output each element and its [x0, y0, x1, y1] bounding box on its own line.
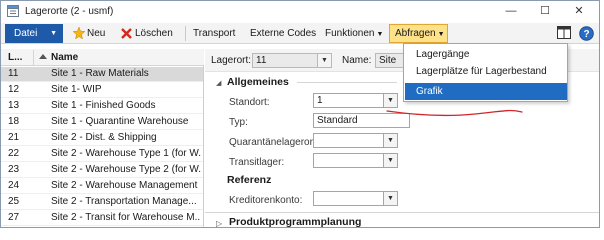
table-row[interactable]: 27 Site 2 - Transit for Warehouse M... — [1, 211, 203, 226]
table-row[interactable]: 18 Site 1 - Quarantine Warehouse — [1, 115, 203, 130]
table-row[interactable]: 12 Site 1- WIP — [1, 83, 203, 98]
name-field[interactable]: Site — [375, 53, 405, 68]
external-codes-button[interactable]: Externe Codes — [250, 25, 316, 42]
cell-name: Site 2 - Transit for Warehouse M... — [51, 212, 201, 223]
cell-name: Site 1 - Finished Goods — [51, 100, 156, 111]
help-icon[interactable]: ? — [579, 26, 595, 41]
name-label: Name: — [342, 55, 372, 66]
queries-label: Abfragen — [395, 28, 436, 39]
cell-id: 18 — [8, 116, 20, 127]
red-annotation-stroke — [386, 109, 523, 117]
section-divider — [205, 212, 599, 213]
action-pane: Datei ▼ Neu Löschen Transport Externe Co… — [1, 23, 599, 44]
lagerort-label: Lagerort: — [211, 55, 252, 66]
new-button[interactable]: Neu — [73, 25, 105, 42]
menu-item-lagergaenge[interactable]: Lagergänge — [405, 46, 567, 63]
cell-id: 27 — [8, 212, 20, 223]
kreditorenkonto-field[interactable] — [313, 191, 384, 206]
section-line — [297, 82, 397, 83]
chevron-right-icon[interactable]: ▷ — [216, 219, 222, 227]
table-row[interactable]: 21 Site 2 - Dist. & Shipping — [1, 131, 203, 146]
cell-id: 25 — [8, 196, 20, 207]
column-header-name[interactable]: Name — [51, 52, 78, 63]
table-row[interactable]: 24 Site 2 - Warehouse Management — [1, 179, 203, 194]
chevron-down-icon: ▼ — [376, 31, 384, 38]
chevron-down-icon: ▼ — [50, 30, 57, 37]
sort-arrow-icon — [39, 54, 47, 59]
cell-name: Site 1- WIP — [51, 84, 102, 95]
cell-id: 22 — [8, 148, 20, 159]
cell-id: 23 — [8, 164, 20, 175]
datei-menu-button[interactable]: Datei ▼ — [5, 24, 63, 43]
app-window: Lagerorte (2 - usmf) — ☐ ✕ Datei ▼ Neu L… — [0, 0, 600, 228]
chevron-down-icon[interactable]: ▼ — [383, 153, 398, 168]
table-row[interactable]: 25 Site 2 - Transportation Manage... — [1, 195, 203, 210]
chevron-down-icon[interactable]: ▼ — [383, 191, 398, 206]
cell-id: 12 — [8, 84, 20, 95]
cell-id: 11 — [8, 68, 19, 79]
expand-collapse-icon[interactable]: ◢ — [216, 79, 221, 87]
cell-id: 13 — [8, 100, 20, 111]
cell-name: Site 2 - Warehouse Type 2 (for W... — [51, 164, 201, 175]
menu-item-lagerplaetze[interactable]: Lagerplätze für Lagerbestand — [405, 63, 567, 80]
standort-field[interactable]: 1 — [313, 93, 384, 108]
table-row[interactable]: 23 Site 2 - Warehouse Type 2 (for W... — [1, 163, 203, 178]
title-bar: Lagerorte (2 - usmf) — ☐ ✕ — [1, 1, 599, 22]
svg-text:?: ? — [583, 29, 589, 40]
cell-name: Site 1 - Quarantine Warehouse — [51, 116, 189, 127]
cell-id: 24 — [8, 180, 20, 191]
warehouse-list-grid: L... Name 11 Site 1 - Raw Materials 12 Site… — [1, 49, 204, 227]
chevron-down-icon: ▼ — [437, 31, 445, 38]
cell-name: Site 2 - Warehouse Management — [51, 180, 198, 191]
transport-button[interactable]: Transport — [193, 25, 235, 42]
table-row[interactable]: 13 Site 1 - Finished Goods — [1, 99, 203, 114]
layout-icon[interactable] — [557, 26, 573, 41]
delete-label: Löschen — [135, 28, 173, 39]
table-row[interactable]: 22 Site 2 - Warehouse Type 1 (for W... — [1, 147, 203, 162]
delete-button[interactable]: Löschen — [121, 25, 173, 42]
queries-dropdown-menu: Lagergänge Lagerplätze für Lagerbestand … — [403, 43, 568, 102]
grid-header: L... Name — [1, 49, 204, 66]
typ-label: Typ: — [229, 117, 248, 128]
column-divider[interactable] — [33, 50, 34, 65]
app-icon — [7, 5, 19, 17]
cell-id: 21 — [8, 132, 20, 143]
maximize-button[interactable]: ☐ — [531, 3, 559, 20]
new-label: Neu — [87, 28, 106, 39]
chevron-down-icon[interactable]: ▼ — [383, 133, 398, 148]
datei-label: Datei — [14, 28, 38, 39]
cell-name: Site 1 - Raw Materials — [51, 68, 149, 79]
table-row[interactable]: 11 Site 1 - Raw Materials — [1, 67, 203, 82]
transitlager-field[interactable] — [313, 153, 384, 168]
queries-button[interactable]: Abfragen ▼ — [389, 24, 448, 43]
minimize-button[interactable]: — — [497, 3, 525, 20]
delete-x-icon — [121, 28, 132, 39]
standort-label: Standort: — [229, 97, 270, 108]
transitlager-label: Transitlager: — [229, 157, 285, 168]
chevron-down-icon[interactable]: ▼ — [317, 53, 332, 68]
cell-name: Site 2 - Dist. & Shipping — [51, 132, 157, 143]
functions-label: Funktionen — [325, 28, 375, 39]
menu-item-grafik[interactable]: Grafik — [405, 83, 567, 100]
section-produktprogrammplanung[interactable]: Produktprogrammplanung — [229, 216, 361, 227]
toolbar-divider — [185, 26, 186, 41]
new-star-icon — [73, 27, 85, 40]
column-header-id[interactable]: L... — [8, 52, 22, 63]
cell-name: Site 2 - Warehouse Type 1 (for W... — [51, 148, 201, 159]
quarantaene-label: Quarantänelagerort: — [229, 137, 319, 148]
quarantaene-field[interactable] — [313, 133, 384, 148]
kreditorenkonto-label: Kreditorenkonto: — [229, 195, 303, 206]
cell-name: Site 2 - Transportation Manage... — [51, 196, 197, 207]
close-button[interactable]: ✕ — [565, 3, 593, 20]
group-title-referenz: Referenz — [227, 174, 272, 186]
group-title-allgemeines: Allgemeines — [227, 76, 289, 88]
functions-button[interactable]: Funktionen ▼ — [325, 25, 383, 42]
window-title: Lagerorte (2 - usmf) — [25, 6, 114, 17]
